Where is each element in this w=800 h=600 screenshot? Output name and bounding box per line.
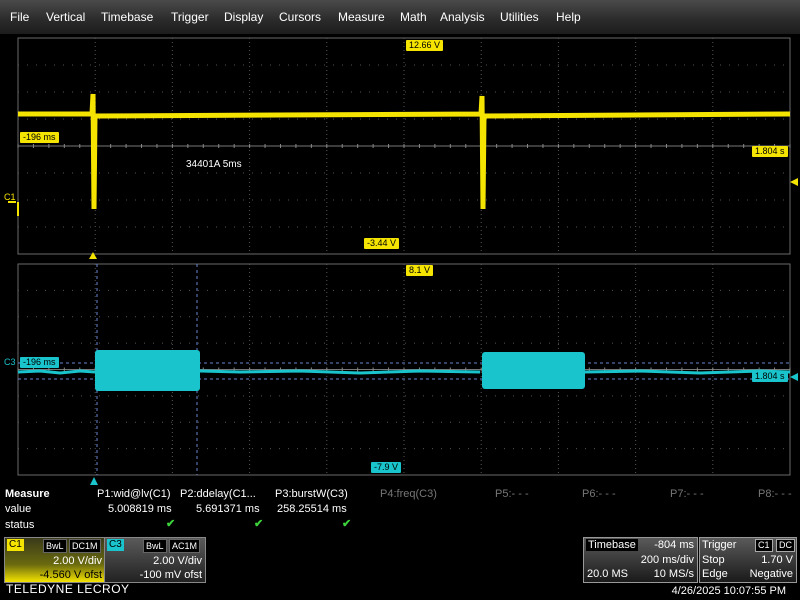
c1-offset: -4.560 V ofst xyxy=(39,569,102,581)
measure-status-label: status xyxy=(5,519,35,531)
trigger-type: Edge xyxy=(702,568,728,580)
menu-timebase[interactable]: Timebase xyxy=(101,10,153,24)
top-grid-svg xyxy=(0,34,800,259)
brand-logo: TELEDYNE LECROY xyxy=(6,582,130,596)
menu-trigger[interactable]: Trigger xyxy=(171,10,209,24)
c1-vdiv: 2.00 V/div xyxy=(53,555,102,567)
measure-table[interactable]: Measure value status P1:wid@lv(C1) 5.008… xyxy=(0,485,800,535)
menu-file[interactable]: File xyxy=(10,10,29,24)
menu-math[interactable]: Math xyxy=(400,10,427,24)
c3-top-level-label: 8.1 V xyxy=(406,265,434,276)
menu-utilities[interactable]: Utilities xyxy=(500,10,539,24)
timebase-label: Timebase xyxy=(586,539,638,551)
top-level-label: 12.66 V xyxy=(406,40,444,51)
measure-value-label: value xyxy=(5,503,32,515)
menu-bar: File Vertical Timebase Trigger Display C… xyxy=(0,0,800,34)
menu-help[interactable]: Help xyxy=(556,10,581,24)
menu-measure[interactable]: Measure xyxy=(338,10,385,24)
top-waveform-grid[interactable]: 12.66 V -3.44 V -196 ms 1.804 s 34401A 5… xyxy=(0,34,800,259)
datetime: 4/26/2025 10:07:55 PM xyxy=(671,585,786,597)
trigger-level: 1.70 V xyxy=(761,554,793,566)
c1-channel-marker[interactable]: C1 xyxy=(4,192,16,202)
p2-status-check-icon: ✔ xyxy=(254,518,264,530)
c3-vdiv: 2.00 V/div xyxy=(153,555,202,567)
bottom-grid-svg xyxy=(0,259,800,485)
c3-channel-marker[interactable]: C3 xyxy=(4,357,16,367)
c3-tag: C3 xyxy=(107,539,124,551)
trigger-slope: Negative xyxy=(749,568,793,580)
p8-name[interactable]: P8:- - - xyxy=(758,488,792,500)
annotation-label: 34401A 5ms xyxy=(186,159,242,170)
trigger-source: C1 xyxy=(755,539,773,552)
timebase-delay: -804 ms xyxy=(654,539,694,551)
c1-coupling: DC1M xyxy=(69,539,101,553)
c1-descriptor[interactable]: C1 BwL DC1M 2.00 V/div -4.560 V ofst xyxy=(4,537,106,583)
c3-descriptor[interactable]: C3 BwL AC1M 2.00 V/div -100 mV ofst xyxy=(104,537,206,583)
c3-burst-2 xyxy=(482,352,585,389)
menu-vertical[interactable]: Vertical xyxy=(46,10,85,24)
timebase-descriptor[interactable]: Timebase -804 ms 200 ms/div 20.0 MS 10 M… xyxy=(583,537,698,583)
p1-name[interactable]: P1:wid@lv(C1) xyxy=(97,488,171,500)
right-time-label: 1.804 s xyxy=(752,146,788,157)
p3-name[interactable]: P3:burstW(C3) xyxy=(275,488,348,500)
trigger-mode: Stop xyxy=(702,554,725,566)
c3-right-time-label: 1.804 s xyxy=(752,371,788,382)
measure-title: Measure xyxy=(5,488,50,500)
c1-tag: C1 xyxy=(7,539,24,551)
left-time-label: -196 ms xyxy=(20,132,59,143)
menu-analysis[interactable]: Analysis xyxy=(440,10,485,24)
bottom-level-label: -3.44 V xyxy=(364,238,400,249)
p3-status-check-icon: ✔ xyxy=(342,518,352,530)
c3-left-time-label: -196 ms xyxy=(20,357,59,368)
timebase-rate: 10 MS/s xyxy=(653,568,694,580)
p4-name[interactable]: P4:freq(C3) xyxy=(380,488,437,500)
trigger-descriptor[interactable]: Trigger C1 DC Stop 1.70 V Edge Negative xyxy=(699,537,797,583)
c3-burst-1 xyxy=(95,350,200,391)
p6-name[interactable]: P6:- - - xyxy=(582,488,616,500)
trigger-label: Trigger xyxy=(702,539,737,551)
bottom-status-bar: C1 BwL DC1M 2.00 V/div -4.560 V ofst C3 … xyxy=(0,535,800,600)
c3-offset: -100 mV ofst xyxy=(139,569,202,581)
c1-bw: BwL xyxy=(43,539,67,553)
c3-bottom-level-label: -7.9 V xyxy=(371,462,402,473)
c3-bw: BwL xyxy=(143,539,167,553)
p3-value: 258.25514 ms xyxy=(277,503,347,515)
trigger-coupling: DC xyxy=(776,539,795,552)
timebase-tdiv: 200 ms/div xyxy=(640,554,694,566)
p5-name[interactable]: P5:- - - xyxy=(495,488,529,500)
menu-cursors[interactable]: Cursors xyxy=(279,10,321,24)
c3-coupling: AC1M xyxy=(169,539,201,553)
p2-name[interactable]: P2:ddelay(C1... xyxy=(180,488,256,500)
p1-status-check-icon: ✔ xyxy=(166,518,176,530)
bottom-waveform-grid[interactable]: 8.1 V -7.9 V -196 ms 1.804 s C3 xyxy=(0,259,800,485)
menu-display[interactable]: Display xyxy=(224,10,263,24)
p7-name[interactable]: P7:- - - xyxy=(670,488,704,500)
p1-value: 5.008819 ms xyxy=(108,503,172,515)
p2-value: 5.691371 ms xyxy=(196,503,260,515)
timebase-samples: 20.0 MS xyxy=(587,568,628,580)
